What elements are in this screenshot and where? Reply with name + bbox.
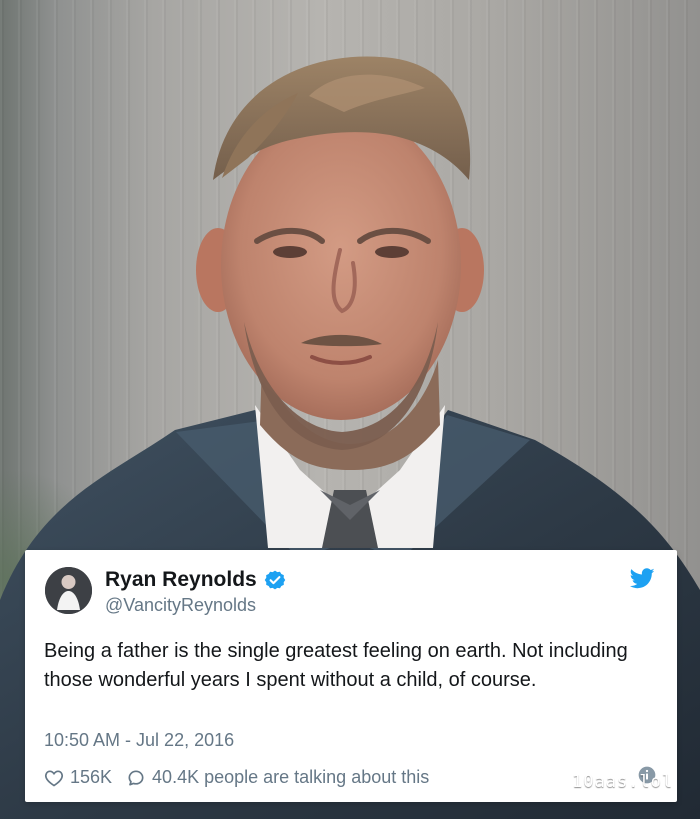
user-handle[interactable]: @VancityReynolds [105,595,256,616]
tweet-text: Being a father is the single greatest fe… [44,640,628,691]
heart-icon[interactable] [44,768,64,788]
meme-image: Ryan Reynolds @VancityReynolds Being a f… [0,0,700,819]
conversation-count[interactable]: 40.4K people are talking about this [152,767,429,788]
display-name[interactable]: Ryan Reynolds [105,568,257,592]
avatar-image [45,567,92,614]
like-count[interactable]: 156K [70,767,112,788]
tweet-actions: 156K 40.4K people are talking about this [44,765,429,790]
tweet-timestamp[interactable]: 10:50 AM - Jul 22, 2016 [44,730,234,751]
speech-bubble-icon[interactable] [126,768,146,788]
verified-badge-icon [264,570,286,590]
twitter-bird-icon[interactable] [630,568,655,589]
watermark: 10aas.lol [572,772,674,792]
avatar[interactable] [45,567,92,614]
tweet-card: Ryan Reynolds @VancityReynolds Being a f… [25,550,677,802]
